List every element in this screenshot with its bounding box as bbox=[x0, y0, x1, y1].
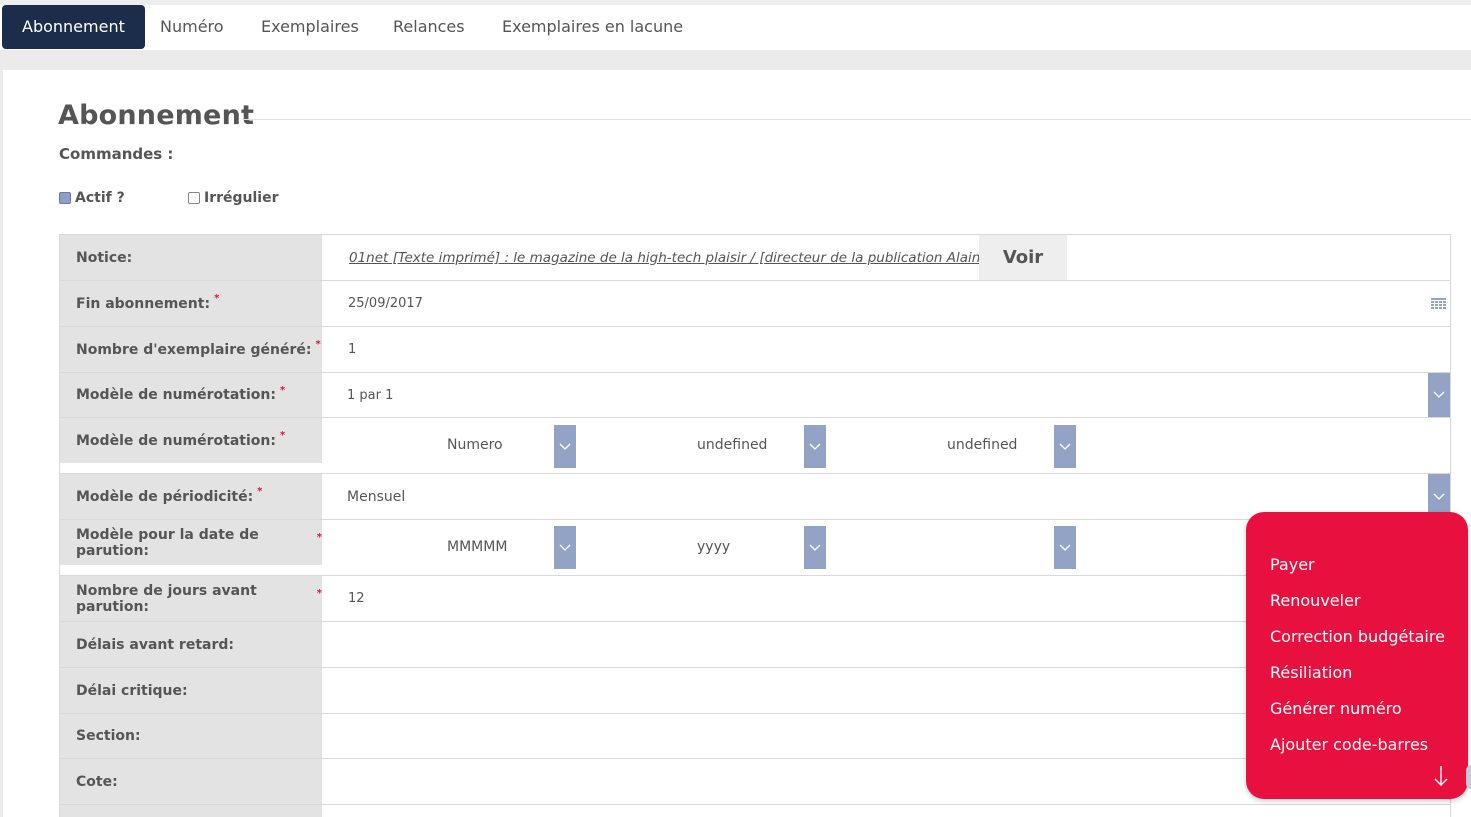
tab-exemplaires-en-lacune[interactable]: Exemplaires en lacune bbox=[482, 5, 703, 49]
required-mark: * bbox=[257, 486, 263, 497]
title-divider bbox=[242, 119, 1471, 120]
chevron-down-icon[interactable] bbox=[804, 526, 826, 569]
fin-abonnement-label: Fin abonnement: * bbox=[60, 281, 322, 326]
section-label: Section: bbox=[60, 714, 322, 758]
modele-numerotation-value: 1 par 1 bbox=[347, 387, 394, 403]
row-delai-critique: Délai critique: bbox=[60, 668, 1450, 714]
menu-item-ajouter-code-barres[interactable]: Ajouter code-barres bbox=[1270, 735, 1428, 754]
row-modele-periodicite: Modèle de périodicité: * Mensuel bbox=[60, 474, 1450, 520]
delai-critique-label: Délai critique: bbox=[60, 668, 322, 713]
chevron-down-icon[interactable] bbox=[1054, 425, 1076, 468]
tab-exemplaires[interactable]: Exemplaires bbox=[241, 5, 379, 49]
voir-button[interactable]: Voir bbox=[979, 235, 1067, 280]
actif-label: Actif ? bbox=[75, 190, 125, 206]
irregulier-checkbox[interactable] bbox=[188, 192, 200, 204]
next-row-field[interactable] bbox=[322, 805, 1450, 817]
chevron-down-icon[interactable] bbox=[554, 526, 576, 569]
nb-exemplaire-label: Nombre d'exemplaire généré: * bbox=[60, 327, 322, 372]
tab-abonnement[interactable]: Abonnement bbox=[2, 5, 145, 49]
modele-numerotation-detail-label: Modèle de numérotation: * bbox=[60, 418, 322, 463]
numerotation-select-2-value[interactable]: undefined bbox=[697, 437, 767, 453]
modele-numerotation-label: Modèle de numérotation: * bbox=[60, 373, 322, 417]
scroll-handle[interactable] bbox=[1466, 765, 1471, 789]
modele-date-parution-label: Modèle pour la date de parution: * bbox=[60, 520, 322, 565]
fin-abonnement-value: 25/09/2017 bbox=[348, 296, 423, 311]
required-mark: * bbox=[315, 339, 321, 350]
menu-item-resiliation[interactable]: Résiliation bbox=[1270, 663, 1352, 682]
delais-retard-label: Délais avant retard: bbox=[60, 622, 322, 667]
notice-link[interactable]: 01net [Texte imprimé] : le magazine de l… bbox=[349, 250, 1023, 266]
actif-checkbox-group[interactable]: Actif ? bbox=[59, 190, 125, 206]
chevron-down-icon[interactable] bbox=[1054, 526, 1076, 569]
row-modele-numerotation-detail: Modèle de numérotation: * Numero undefine… bbox=[60, 418, 1450, 474]
date-parution-select-2-value[interactable]: yyyy bbox=[697, 539, 730, 555]
jours-avant-parution-value: 12 bbox=[348, 591, 365, 606]
content-left-edge bbox=[0, 70, 3, 817]
chevron-down-icon[interactable] bbox=[1428, 373, 1450, 417]
notice-value: 01net [Texte imprimé] : le magazine de l… bbox=[322, 235, 1450, 280]
nb-exemplaire-field[interactable]: 1 bbox=[322, 327, 1450, 372]
row-notice: Notice: 01net [Texte imprimé] : le magaz… bbox=[60, 235, 1450, 281]
modele-periodicite-value: Mensuel bbox=[347, 488, 406, 505]
row-modele-numerotation: Modèle de numérotation: * 1 par 1 bbox=[60, 373, 1450, 418]
next-row-label bbox=[60, 805, 322, 817]
subscription-form: Notice: 01net [Texte imprimé] : le magaz… bbox=[59, 234, 1451, 817]
row-next bbox=[60, 805, 1450, 817]
modele-numerotation-detail-selects: Numero undefined undefined bbox=[322, 418, 1450, 474]
chevron-down-icon[interactable] bbox=[804, 425, 826, 468]
required-mark: * bbox=[279, 430, 286, 441]
date-parution-select-1-value[interactable]: MMMMM bbox=[447, 539, 507, 555]
nb-exemplaire-value: 1 bbox=[348, 342, 357, 357]
row-modele-date-parution: Modèle pour la date de parution: * MMMMM … bbox=[60, 520, 1450, 576]
page-title: Abonnement bbox=[58, 100, 255, 131]
cote-label: Cote: bbox=[60, 759, 322, 804]
jours-avant-parution-label: Nombre de jours avant parution: * bbox=[60, 576, 322, 621]
actions-menu: Payer Renouveler Correction budgétaire R… bbox=[1246, 512, 1468, 799]
row-jours-avant-parution: Nombre de jours avant parution: * 12 bbox=[60, 576, 1450, 622]
arrow-down-icon[interactable] bbox=[1434, 764, 1448, 788]
content-top-bar bbox=[0, 50, 1471, 70]
menu-item-correction-budgetaire[interactable]: Correction budgétaire bbox=[1270, 627, 1445, 646]
notice-label: Notice: bbox=[60, 235, 322, 280]
required-mark: * bbox=[279, 384, 286, 396]
row-nb-exemplaire: Nombre d'exemplaire généré: * 1 bbox=[60, 327, 1450, 373]
row-cote: Cote: bbox=[60, 759, 1450, 805]
tab-relances[interactable]: Relances bbox=[373, 5, 485, 49]
row-fin-abonnement: Fin abonnement: * 25/09/2017 bbox=[60, 281, 1450, 327]
row-delais-retard: Délais avant retard: bbox=[60, 622, 1450, 668]
chevron-down-icon[interactable] bbox=[554, 425, 576, 468]
row-section: Section: bbox=[60, 714, 1450, 759]
commandes-label: Commandes : bbox=[59, 145, 174, 163]
menu-item-generer-numero[interactable]: Générer numéro bbox=[1270, 699, 1402, 718]
modele-periodicite-label: Modèle de périodicité: * bbox=[60, 474, 322, 519]
required-mark: * bbox=[214, 293, 220, 304]
modele-numerotation-select[interactable]: 1 par 1 bbox=[322, 373, 1450, 417]
tab-numero[interactable]: Numéro bbox=[140, 5, 244, 49]
irregulier-checkbox-group[interactable]: Irrégulier bbox=[188, 190, 279, 206]
tab-bar: Abonnement Numéro Exemplaires Relances E… bbox=[0, 5, 1471, 50]
irregulier-label: Irrégulier bbox=[204, 190, 279, 206]
calendar-icon[interactable] bbox=[1431, 298, 1446, 310]
numerotation-select-3-value[interactable]: undefined bbox=[947, 437, 1017, 453]
menu-item-renouveler[interactable]: Renouveler bbox=[1270, 591, 1361, 610]
numerotation-select-1-value[interactable]: Numero bbox=[447, 437, 503, 453]
menu-item-payer[interactable]: Payer bbox=[1270, 555, 1315, 574]
actif-checkbox[interactable] bbox=[59, 192, 71, 204]
fin-abonnement-field[interactable]: 25/09/2017 bbox=[322, 281, 1450, 326]
